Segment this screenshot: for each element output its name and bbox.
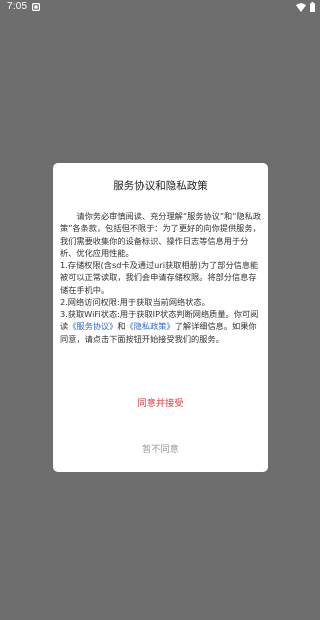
agree-button[interactable]: 同意并接受 xyxy=(53,395,268,409)
body-item-storage: 1.存储权限(含sd卡及通过uri获取相册)为了部分信息能被可以正常读取，我们会… xyxy=(60,260,259,295)
body-item-network: 2.网络访问权限:用于获取当前网络状态。 xyxy=(60,296,210,307)
dialog-title: 服务协议和隐私政策 xyxy=(113,180,208,192)
status-bar: 7:05 xyxy=(0,0,320,16)
notification-square-icon xyxy=(32,3,41,12)
body-intro: 请你务必审慎阅读、充分理解“服务协议”和“隐私政策”各条款，包括但不限于：为了更… xyxy=(60,211,262,258)
service-agreement-link[interactable]: 《服务协议》 xyxy=(68,321,117,331)
dialog-body: 请你务必审慎阅读、充分理解“服务协议”和“隐私政策”各条款，包括但不限于：为了更… xyxy=(60,210,262,345)
body-item-wifi: 3.获取WiFi状态:用于获取IP状态判断网络质量。你可阅读《服务协议》和《隐私… xyxy=(60,308,262,345)
status-time: 7:05 xyxy=(7,1,28,12)
wifi-icon xyxy=(296,3,306,12)
battery-icon xyxy=(310,2,315,13)
privacy-dialog: 服务协议和隐私政策 请你务必审慎阅读、充分理解“服务协议”和“隐私政策”各条款，… xyxy=(53,163,268,472)
privacy-policy-link[interactable]: 《隐私政策》 xyxy=(126,321,175,331)
disagree-button[interactable]: 暂不同意 xyxy=(53,441,268,455)
and-text: 和 xyxy=(117,321,126,332)
